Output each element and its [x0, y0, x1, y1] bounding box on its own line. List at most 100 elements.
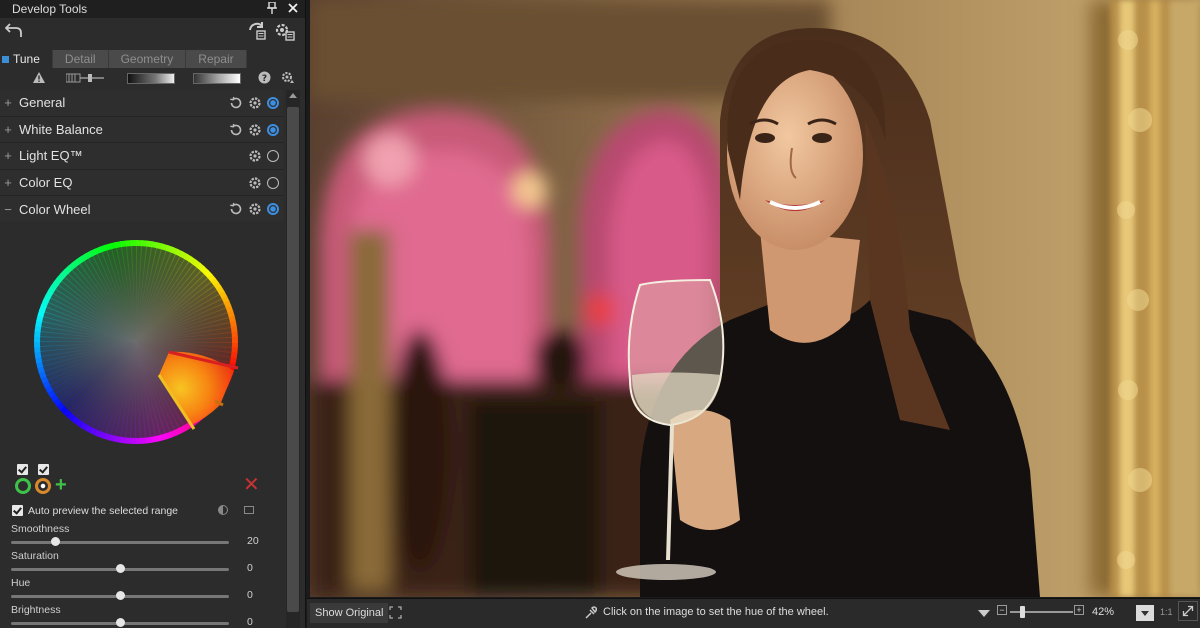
- section-toggle-off[interactable]: [267, 150, 279, 162]
- hint-text: Click on the image to set the hue of the…: [603, 606, 829, 618]
- auto-preview-row[interactable]: Auto preview the selected range: [12, 504, 178, 518]
- eyedropper-icon[interactable]: [585, 606, 597, 619]
- range2-checkbox[interactable]: [38, 464, 49, 475]
- add-range-icon[interactable]: +: [55, 475, 67, 495]
- view-options-icon[interactable]: [978, 610, 990, 617]
- slider-label: Smoothness: [11, 523, 70, 535]
- section-toggle-off[interactable]: [267, 176, 279, 189]
- active-tab-marker: [2, 55, 9, 63]
- section-label: General: [19, 95, 66, 111]
- fullscreen-icon[interactable]: [1178, 601, 1198, 621]
- color-wheel[interactable]: [28, 235, 244, 449]
- gear-icon[interactable]: [248, 96, 262, 110]
- auto-preview-checkbox[interactable]: [12, 505, 23, 516]
- slider-value[interactable]: 0: [247, 616, 253, 628]
- status-bar: Show Original Click on the image to set …: [307, 598, 1200, 628]
- tab-repair[interactable]: Repair: [186, 50, 247, 68]
- actual-size-button[interactable]: 1:1: [1160, 607, 1173, 617]
- color-wheel-panel: + ✕ Auto preview the selected range Smoo…: [0, 221, 283, 628]
- zoom-out-icon[interactable]: −: [997, 605, 1007, 615]
- collapse-icon[interactable]: −: [4, 202, 12, 217]
- scroll-thumb[interactable]: [287, 107, 299, 612]
- settings-gear-icon[interactable]: [281, 71, 295, 85]
- show-original-button[interactable]: Show Original: [310, 603, 389, 623]
- mask-preview-icon[interactable]: [244, 506, 254, 514]
- expand-icon[interactable]: +: [4, 122, 12, 137]
- close-icon[interactable]: [287, 1, 299, 15]
- contrast-icon[interactable]: [218, 505, 228, 515]
- section-toggle-on[interactable]: [267, 97, 279, 109]
- panel-tabs: Tune Detail Geometry Repair: [0, 50, 305, 68]
- tab-label: Repair: [198, 52, 234, 66]
- expand-icon[interactable]: +: [4, 95, 12, 110]
- section-color-wheel[interactable]: − Color Wheel: [0, 196, 283, 223]
- section-color-eq[interactable]: + Color EQ: [0, 169, 283, 196]
- slider-value[interactable]: 20: [247, 535, 259, 547]
- section-white-balance[interactable]: + White Balance: [0, 116, 283, 143]
- zoom-value[interactable]: 42%: [1092, 606, 1114, 618]
- sync-settings-icon[interactable]: [247, 21, 267, 41]
- undo-icon[interactable]: [5, 22, 23, 38]
- preset-gear-icon[interactable]: [273, 21, 295, 41]
- help-icon[interactable]: ?: [258, 71, 271, 84]
- slider-label: Saturation: [11, 550, 59, 562]
- photo-image[interactable]: [310, 0, 1200, 597]
- panel-toolbar: [0, 18, 305, 48]
- slider-knob[interactable]: [116, 564, 125, 573]
- zoom-slider-knob[interactable]: [1020, 606, 1025, 618]
- scroll-up-icon[interactable]: [289, 93, 297, 98]
- zoom-in-icon[interactable]: +: [1074, 605, 1084, 615]
- slider-knob[interactable]: [116, 618, 125, 627]
- range1-checkbox[interactable]: [17, 464, 28, 475]
- panel-titlebar: Develop Tools: [0, 0, 305, 18]
- compare-slider-icon[interactable]: [66, 73, 106, 83]
- fit-screen-icon[interactable]: [389, 606, 402, 619]
- section-general[interactable]: + General: [0, 90, 283, 117]
- clipping-warning-icon[interactable]: [32, 71, 46, 84]
- slider-label: Hue: [11, 577, 31, 589]
- svg-text:?: ?: [262, 74, 267, 84]
- gear-icon[interactable]: [248, 123, 262, 137]
- slider-value[interactable]: 0: [247, 589, 253, 601]
- zoom-dropdown-icon[interactable]: [1136, 605, 1154, 621]
- section-label: Color EQ: [19, 174, 73, 190]
- develop-tools-panel: Develop Tools Tune Detail Geometry Repai…: [0, 0, 306, 628]
- reset-icon[interactable]: [229, 123, 243, 137]
- auto-preview-label: Auto preview the selected range: [28, 505, 179, 517]
- tab-geometry[interactable]: Geometry: [108, 50, 187, 68]
- slider-value[interactable]: 0: [247, 562, 253, 574]
- section-label: White Balance: [19, 121, 103, 137]
- clipping-toolbar: ?: [0, 68, 305, 90]
- tab-tune[interactable]: Tune: [0, 50, 53, 68]
- slider-knob[interactable]: [116, 591, 125, 600]
- reset-icon[interactable]: [229, 202, 243, 216]
- section-light-eq[interactable]: + Light EQ™: [0, 143, 283, 170]
- tab-detail[interactable]: Detail: [52, 50, 109, 68]
- shadow-gradient-bar[interactable]: [127, 73, 175, 84]
- gear-icon[interactable]: [248, 149, 262, 163]
- slider-label: Brightness: [11, 604, 61, 616]
- smoothness-slider: Smoothness 20: [11, 523, 261, 547]
- tab-label: Geometry: [120, 52, 174, 66]
- photo-canvas[interactable]: [310, 0, 1200, 597]
- tab-label: Detail: [64, 52, 96, 66]
- slider-track[interactable]: [11, 541, 229, 544]
- delete-range-icon[interactable]: ✕: [243, 475, 260, 495]
- reset-icon[interactable]: [229, 96, 243, 110]
- section-toggle-on[interactable]: [267, 123, 279, 136]
- range2-icon[interactable]: [35, 478, 51, 494]
- expand-icon[interactable]: +: [4, 148, 12, 163]
- highlight-gradient-bar[interactable]: [193, 73, 241, 84]
- gear-icon[interactable]: [248, 202, 262, 216]
- slider-knob[interactable]: [50, 537, 60, 546]
- range1-icon[interactable]: [15, 478, 31, 494]
- hue-segment[interactable]: [231, 336, 238, 344]
- panel-title: Develop Tools: [12, 2, 88, 16]
- brightness-slider: Brightness 0: [11, 604, 261, 628]
- gear-icon[interactable]: [248, 176, 262, 190]
- section-toggle-on[interactable]: [267, 203, 279, 215]
- pin-icon[interactable]: [266, 1, 278, 15]
- panel-scrollbar[interactable]: [286, 90, 300, 628]
- saturation-slider: Saturation 0: [11, 550, 261, 574]
- expand-icon[interactable]: +: [4, 175, 12, 190]
